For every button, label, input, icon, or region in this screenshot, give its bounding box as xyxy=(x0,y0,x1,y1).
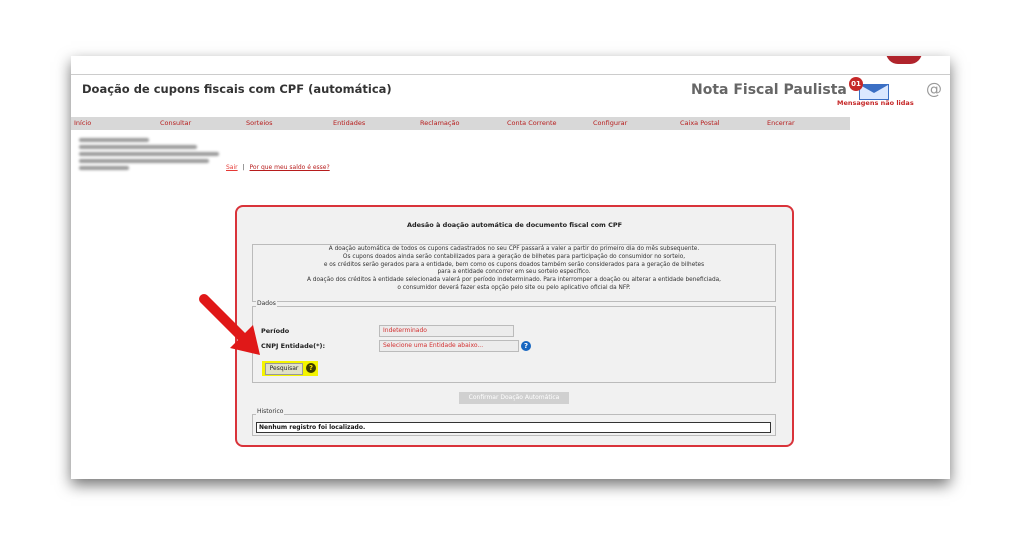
menu-item-conta-corrente[interactable]: Conta Corrente xyxy=(507,119,557,127)
notice-line: o consumidor deverá fazer esta opção pel… xyxy=(397,284,631,291)
page-title: Doação de cupons fiscais com CPF (automá… xyxy=(82,82,392,96)
user-info-blurred xyxy=(79,145,197,149)
user-info-blurred xyxy=(79,152,219,156)
app-window: Doação de cupons fiscais com CPF (automá… xyxy=(71,56,950,479)
donation-panel: Adesão à doação automática de documento … xyxy=(235,205,794,447)
main-menu: Início Consultar Sorteios Entidades Recl… xyxy=(71,116,850,130)
top-strip xyxy=(71,56,950,74)
menu-item-consultar[interactable]: Consultar xyxy=(160,119,191,127)
periodo-field: Indeterminado xyxy=(379,325,514,337)
notice-line: Os cupons doados ainda serão contabiliza… xyxy=(342,253,686,260)
notice-box: A doação automática de todos os cupons c… xyxy=(252,244,776,302)
envelope-icon xyxy=(859,84,889,100)
menu-item-sorteios[interactable]: Sorteios xyxy=(246,119,273,127)
user-info-blurred xyxy=(79,159,209,163)
menu-item-encerrar[interactable]: Encerrar xyxy=(767,119,795,127)
user-info-blurred xyxy=(79,138,149,142)
red-arrow-annotation xyxy=(199,294,260,355)
search-help-icon[interactable]: ? xyxy=(306,363,316,373)
brand-name: Nota Fiscal Paulista xyxy=(691,82,847,98)
user-links: Sair | Por que meu saldo é esse? xyxy=(226,164,330,171)
notice-line: A doação dos créditos à entidade selecio… xyxy=(306,277,722,284)
menu-item-configurar[interactable]: Configurar xyxy=(593,119,627,127)
user-info-blurred xyxy=(79,166,129,170)
menu-item-caixa-postal[interactable]: Caixa Postal xyxy=(680,119,720,127)
notice-line: A doação automática de todos os cupons c… xyxy=(328,246,700,252)
page-header: Doação de cupons fiscais com CPF (automá… xyxy=(71,74,950,107)
help-icon[interactable]: ? xyxy=(521,341,531,351)
menu-item-reclamacao[interactable]: Reclamação xyxy=(420,119,459,127)
balance-info-link[interactable]: Por que meu saldo é esse? xyxy=(250,164,330,171)
historico-legend: Historico xyxy=(256,408,285,415)
messages-label[interactable]: Mensagens não lidas xyxy=(837,99,914,107)
cnpj-entidade-field[interactable]: Selecione uma Entidade abaixo... xyxy=(379,340,519,352)
contact-icon[interactable]: @ xyxy=(926,79,942,98)
sefaz-logo xyxy=(886,56,922,64)
menu-item-inicio[interactable]: Início xyxy=(74,119,91,127)
menu-item-entidades[interactable]: Entidades xyxy=(333,119,365,127)
messages-button[interactable]: 01 Mensagens não lidas xyxy=(837,77,914,107)
panel-title: Adesão à doação automática de documento … xyxy=(406,221,623,229)
user-info: Sair | Por que meu saldo é esse? xyxy=(79,138,330,173)
confirm-donation-button[interactable]: Confirmar Doação Automática xyxy=(459,392,569,404)
logout-link[interactable]: Sair xyxy=(226,164,238,171)
link-separator: | xyxy=(242,164,245,171)
historico-result: Nenhum registro foi localizado. xyxy=(256,422,771,433)
historico-fieldset: Historico Nenhum registro foi localizado… xyxy=(252,408,776,436)
messages-count-badge: 01 xyxy=(849,77,863,91)
